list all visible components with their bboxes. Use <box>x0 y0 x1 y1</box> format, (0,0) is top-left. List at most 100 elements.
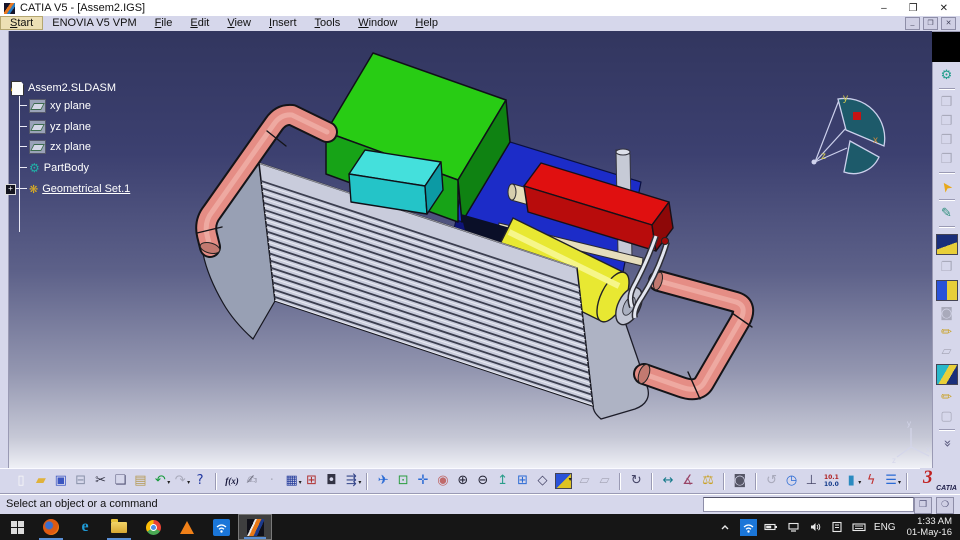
multi-view-icon[interactable]: ⊞ <box>514 471 532 491</box>
tray-speaker-icon[interactable] <box>808 520 823 535</box>
measure-icon[interactable]: ↔ <box>659 471 677 491</box>
hidden-mode2-icon[interactable]: ▱ <box>595 471 613 491</box>
save-icon[interactable]: ▣ <box>52 471 70 491</box>
constraints-icon[interactable]: ⇶ ▾ <box>342 471 361 491</box>
command-input[interactable] <box>703 497 914 512</box>
dialog-toggle-button[interactable]: ❍ <box>936 497 954 514</box>
camera-gray-icon[interactable]: ◙ <box>937 304 957 323</box>
taskbar-chrome[interactable] <box>136 514 170 540</box>
paste-icon[interactable]: ▤ <box>131 471 149 491</box>
product-graph-icon[interactable]: ⊞ <box>303 471 321 491</box>
whats-this-icon[interactable]: ? <box>191 471 209 491</box>
list-icon[interactable]: ☰ ▾ <box>882 471 901 491</box>
new-file-icon[interactable]: ▯ <box>12 471 30 491</box>
3d-viewport[interactable]: y x z y x z ⚙ Assem2.SLDASM xy plane yz … <box>5 31 932 468</box>
select-arrow-icon[interactable]: ➤ <box>933 173 960 200</box>
expand-node-button[interactable]: + <box>5 184 16 195</box>
zoom-in-icon[interactable]: ⊕ <box>454 471 472 491</box>
surface-gray-icon[interactable]: ▱ <box>937 342 957 361</box>
tray-chevron-up-icon[interactable] <box>718 520 733 535</box>
tree-item-geometrical-set[interactable]: ❋ Geometrical Set.1 <box>29 181 130 197</box>
pencil-gold-icon[interactable]: ✏ <box>937 323 957 342</box>
menu-item-enovia-v5-vpm[interactable]: ENOVIA V5 VPM <box>43 17 145 29</box>
taskbar-firefox[interactable] <box>34 514 68 540</box>
tree-item-xy-plane[interactable]: xy plane <box>29 98 91 114</box>
compass-handle[interactable] <box>853 112 861 120</box>
tray-keyboard-icon[interactable] <box>852 520 867 535</box>
new-part-icon[interactable]: ❒ <box>937 131 957 150</box>
hidden-mode-icon[interactable]: ▱ <box>576 471 594 491</box>
orientation-compass[interactable]: y x z <box>811 93 886 175</box>
restore-button[interactable]: ❐ <box>909 3 918 14</box>
split-view-icon[interactable] <box>935 280 958 301</box>
close-button[interactable]: ✕ <box>940 3 948 14</box>
part-design-icon[interactable] <box>935 234 958 255</box>
design-table-icon[interactable]: ▦ ▾ <box>283 471 302 491</box>
new-component-icon[interactable]: ❒ <box>937 93 957 112</box>
product-gear-icon[interactable]: ⚙ <box>937 66 957 85</box>
part-right-pipe[interactable] <box>633 270 755 401</box>
iso-view-icon[interactable]: ◇ <box>534 471 552 491</box>
surface-gray2-icon[interactable]: ▢ <box>937 407 957 426</box>
iso-cube-icon[interactable] <box>935 364 958 385</box>
globe-clock-icon[interactable]: ◷ <box>783 471 801 491</box>
menu-item-start[interactable]: Start <box>0 16 44 30</box>
taskbar-vlc[interactable] <box>170 514 204 540</box>
shaded-view-icon[interactable]: ▾ <box>555 473 572 489</box>
taskbar-catia[interactable] <box>238 514 272 540</box>
formula-icon[interactable]: f(x) <box>223 471 241 491</box>
tree-item-zx-plane[interactable]: zx plane <box>29 139 91 155</box>
child-minimize-button[interactable]: _ <box>905 17 920 30</box>
start-button[interactable] <box>0 514 34 540</box>
lock-icon[interactable]: ◘ <box>323 471 341 491</box>
turntable-icon[interactable]: ↻ <box>627 471 645 491</box>
capture-camera-icon[interactable]: ◙ <box>731 471 749 491</box>
normal-view-icon[interactable]: ↥ <box>494 471 512 491</box>
axis-system-icon[interactable]: ⊥ <box>802 471 820 491</box>
menu-item-help[interactable]: Help <box>406 17 447 29</box>
tree-item-yz-plane[interactable]: yz plane <box>29 119 91 135</box>
fly-mode-icon[interactable]: ✈ <box>374 471 392 491</box>
minimize-button[interactable]: – <box>881 3 887 14</box>
menu-item-insert[interactable]: Insert <box>260 17 306 29</box>
measure-item-icon[interactable]: ∡ <box>679 471 697 491</box>
language-indicator[interactable]: ENG <box>874 522 896 533</box>
menu-item-window[interactable]: Window <box>349 17 406 29</box>
tray-battery-icon[interactable] <box>764 520 779 535</box>
tray-notebook-icon[interactable] <box>830 520 845 535</box>
mass-properties-icon[interactable]: ⚖ <box>699 471 717 491</box>
clock[interactable]: 1:33 AM 01-May-16 <box>903 516 952 538</box>
tray-wifi-icon[interactable] <box>739 518 757 536</box>
new-product-icon[interactable]: ❐ <box>937 112 957 131</box>
power-input-button[interactable]: ❒ <box>914 497 932 514</box>
redo-icon[interactable]: ↷ ▾ <box>171 471 190 491</box>
window-frame-icon[interactable]: ❐ <box>937 258 957 277</box>
rotate-view-icon[interactable]: ◉ <box>434 471 452 491</box>
sketcher-icon[interactable]: ✎ <box>937 204 957 223</box>
print-icon[interactable]: ⊟ <box>72 471 90 491</box>
pan-icon[interactable]: ✛ <box>414 471 432 491</box>
zoom-out-icon[interactable]: ⊖ <box>474 471 492 491</box>
existing-component-icon[interactable]: ❐ <box>937 150 957 169</box>
bolt-icon[interactable]: ϟ <box>862 471 880 491</box>
menu-item-tools[interactable]: Tools <box>306 17 350 29</box>
tray-network-icon[interactable] <box>786 520 801 535</box>
tree-item-partbody[interactable]: ⚙ PartBody <box>29 160 89 176</box>
undo-icon[interactable]: ↶ ▾ <box>151 471 170 491</box>
taskbar-wifi-app[interactable] <box>204 514 238 540</box>
child-close-button[interactable]: ✕ <box>941 17 956 30</box>
units-icon[interactable]: 10.1 10.0 <box>822 471 840 491</box>
menu-item-file[interactable]: File <box>146 17 182 29</box>
knowledge-dot-icon[interactable]: · <box>263 471 281 491</box>
copy-icon[interactable]: ❏ <box>112 471 130 491</box>
more-tools-chevron-icon[interactable]: » <box>937 434 956 454</box>
cylinder-icon[interactable]: ▮ ▾ <box>842 471 862 491</box>
tree-root-node[interactable]: ⚙ Assem2.SLDASM <box>11 80 116 96</box>
open-folder-icon[interactable]: ▰ <box>32 471 50 491</box>
taskbar-file-explorer[interactable] <box>102 514 136 540</box>
tree-root-label[interactable]: Assem2.SLDASM <box>28 82 116 94</box>
menu-item-view[interactable]: View <box>218 17 260 29</box>
cut-icon[interactable]: ✂ <box>92 471 110 491</box>
child-restore-button[interactable]: ❐ <box>923 17 938 30</box>
menu-item-edit[interactable]: Edit <box>181 17 218 29</box>
